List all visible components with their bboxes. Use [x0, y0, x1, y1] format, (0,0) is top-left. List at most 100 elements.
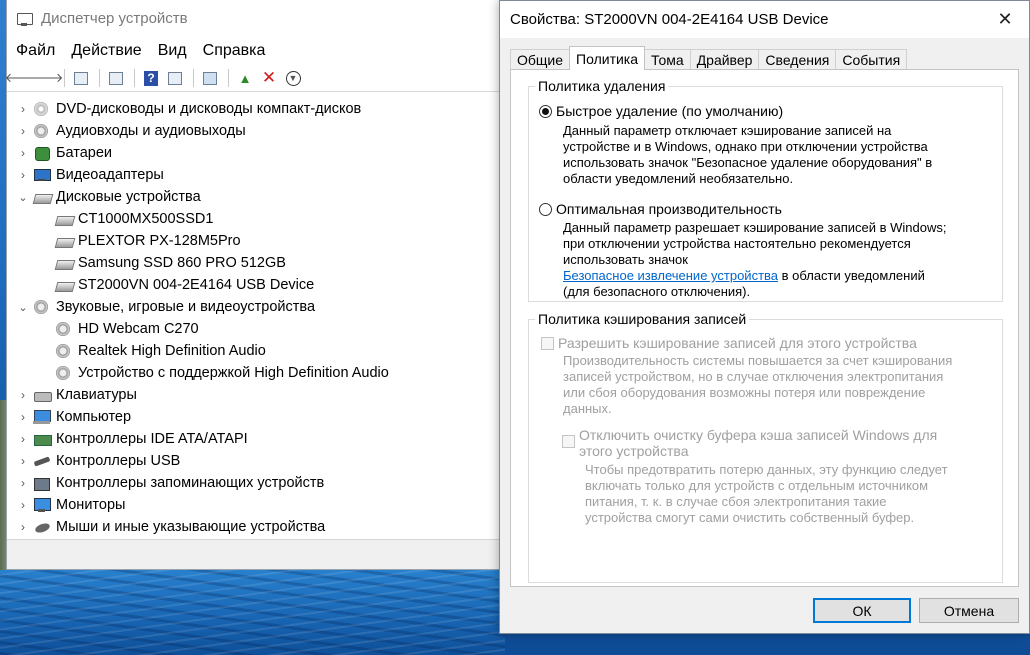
tree-item-label: Дисковые устройства — [56, 189, 201, 205]
desc-line: использовать значок — [563, 252, 688, 267]
menu-bar: Файл Действие Вид Справка — [7, 37, 504, 65]
better-performance-option[interactable]: Оптимальная производительность — [539, 201, 782, 217]
desc-line: включать только для устройств с отдельны… — [585, 478, 929, 493]
cancel-button[interactable]: Отмена — [919, 598, 1019, 623]
toolbar-separator — [193, 69, 194, 87]
chevron-right-icon[interactable]: › — [7, 476, 33, 490]
better-performance-label: Оптимальная производительность — [556, 201, 782, 217]
toolbar-separator — [99, 69, 100, 87]
disc-icon — [33, 101, 51, 117]
help-icon[interactable]: ? — [140, 68, 162, 88]
tree-item-monitors[interactable]: › Мониторы — [7, 494, 504, 516]
tree-item-storage[interactable]: › Контроллеры запоминающих устройств — [7, 472, 504, 494]
tree-item-sound-video[interactable]: ⌄ Звуковые, игровые и видеоустройства — [7, 296, 504, 318]
chevron-right-icon[interactable]: › — [7, 102, 33, 116]
tree-item-computer[interactable]: › Компьютер — [7, 406, 504, 428]
tree-child-disk[interactable]: CT1000MX500SSD1 — [7, 208, 504, 230]
tab-volumes[interactable]: Тома — [644, 49, 691, 70]
dialog-titlebar[interactable]: Свойства: ST2000VN 004-2E4164 USB Device… — [500, 1, 1029, 38]
chevron-down-icon[interactable]: ⌄ — [7, 191, 33, 204]
disable-flush-checkbox[interactable] — [562, 435, 575, 448]
scan-hardware-icon[interactable] — [199, 68, 221, 88]
quick-removal-description: Данный параметр отключает кэширование за… — [563, 123, 932, 187]
quick-removal-radio[interactable] — [539, 104, 552, 118]
computer-icon — [33, 409, 51, 425]
chevron-down-icon[interactable]: ⌄ — [7, 301, 33, 314]
tree-item-label: Батареи — [56, 145, 113, 161]
desc-line: записей устройством, но в случае отключе… — [563, 369, 944, 384]
tree-item-audio-io[interactable]: › Аудиовходы и аудиовыходы — [7, 120, 504, 142]
tree-child-disk[interactable]: Samsung SSD 860 PRO 512GB — [7, 252, 504, 274]
disable-device-icon[interactable]: ▼ — [282, 68, 304, 88]
tree-item-batteries[interactable]: › Батареи — [7, 142, 504, 164]
device-manager-app-icon — [15, 10, 33, 28]
uninstall-device-icon[interactable]: ✕ — [258, 68, 280, 88]
chevron-right-icon[interactable]: › — [7, 146, 33, 160]
tree-child-label: Samsung SSD 860 PRO 512GB — [78, 255, 286, 271]
tree-item-usb[interactable]: › Контроллеры USB — [7, 450, 504, 472]
chevron-right-icon[interactable]: › — [7, 498, 33, 512]
desc-line: при отключении устройства настоятельно р… — [563, 236, 911, 251]
properties-icon[interactable] — [105, 68, 127, 88]
tree-child-sound[interactable]: Устройство с поддержкой High Definition … — [7, 362, 504, 384]
menu-help[interactable]: Справка — [203, 42, 266, 60]
menu-file[interactable]: Файл — [16, 42, 55, 60]
write-caching-label: Политика кэширования записей — [535, 311, 750, 327]
tree-item-dvd[interactable]: › DVD-дисководы и дисководы компакт-диско… — [7, 98, 504, 120]
tree-item-keyboards[interactable]: › Клавиатуры — [7, 384, 504, 406]
disk-drive-icon — [55, 233, 73, 249]
forward-arrow-icon[interactable]: 🡒 — [29, 68, 64, 88]
chevron-right-icon[interactable]: › — [7, 388, 33, 402]
removal-policy-label: Политика удаления — [535, 78, 669, 94]
sound-icon — [55, 321, 73, 337]
desc-line: Чтобы предотвратить потерю данных, эту ф… — [585, 462, 948, 477]
enable-write-caching-checkbox[interactable] — [541, 337, 554, 350]
better-performance-radio[interactable] — [539, 202, 552, 216]
menu-action[interactable]: Действие — [71, 42, 141, 60]
chevron-right-icon[interactable]: › — [7, 410, 33, 424]
quick-removal-label: Быстрое удаление (по умолчанию) — [556, 103, 784, 119]
tree-child-disk[interactable]: ST2000VN 004-2E4164 USB Device — [7, 274, 504, 296]
chevron-right-icon[interactable]: › — [7, 454, 33, 468]
status-bar — [7, 539, 504, 569]
policies-tab-panel: Политика удаления Быстрое удаление (по у… — [510, 69, 1019, 587]
disable-flush-option[interactable]: Отключить очистку буфера кэша записей Wi… — [562, 427, 937, 459]
tab-details[interactable]: Сведения — [758, 49, 837, 70]
update-driver-icon[interactable]: ▲ — [234, 68, 256, 88]
desc-line: Безопасное извлечение устройства в облас… — [563, 268, 946, 284]
chevron-right-icon[interactable]: › — [7, 520, 33, 534]
close-icon[interactable]: ✕ — [995, 9, 1015, 30]
device-manager-window: Диспетчер устройств Файл Действие Вид Сп… — [5, 0, 505, 570]
tree-item-ide[interactable]: › Контроллеры IDE ATA/ATAPI — [7, 428, 504, 450]
tree-item-label: Мониторы — [56, 497, 126, 513]
chevron-right-icon[interactable]: › — [7, 432, 33, 446]
tree-item-display-adapters[interactable]: › Видеоадаптеры — [7, 164, 504, 186]
ok-button[interactable]: ОК — [813, 598, 911, 623]
tab-policies[interactable]: Политика — [569, 46, 646, 70]
device-manager-titlebar[interactable]: Диспетчер устройств — [7, 0, 504, 37]
chevron-right-icon[interactable]: › — [7, 168, 33, 182]
action-pane-icon[interactable] — [164, 68, 186, 88]
safely-remove-link[interactable]: Безопасное извлечение устройства — [563, 268, 778, 283]
audio-icon — [33, 123, 51, 139]
ide-controller-icon — [33, 431, 52, 447]
enable-write-caching-option[interactable]: Разрешить кэширование записей для этого … — [541, 335, 917, 351]
tab-driver[interactable]: Драйвер — [689, 49, 760, 70]
tree-child-sound[interactable]: Realtek High Definition Audio — [7, 340, 504, 362]
toolbar-separator — [228, 69, 229, 87]
desc-line: области уведомлений необязательно. — [563, 171, 794, 186]
chevron-right-icon[interactable]: › — [7, 124, 33, 138]
tree-child-sound[interactable]: HD Webcam C270 — [7, 318, 504, 340]
tree-child-disk[interactable]: PLEXTOR PX-128M5Pro — [7, 230, 504, 252]
tree-item-disk-drives[interactable]: ⌄ Дисковые устройства — [7, 186, 504, 208]
tab-events[interactable]: События — [835, 49, 908, 70]
tree-item-mice[interactable]: › Мыши и иные указывающие устройства — [7, 516, 504, 538]
tab-general[interactable]: Общие — [510, 49, 571, 70]
tree-item-label: Клавиатуры — [56, 387, 137, 403]
console-tree-icon[interactable] — [70, 68, 92, 88]
desktop-wallpaper-sea — [0, 565, 505, 655]
menu-view[interactable]: Вид — [158, 42, 187, 60]
tree-item-label: Контроллеры запоминающих устройств — [56, 475, 325, 491]
quick-removal-option[interactable]: Быстрое удаление (по умолчанию) — [539, 103, 783, 119]
desc-line: (для безопасного отключения). — [563, 284, 751, 299]
